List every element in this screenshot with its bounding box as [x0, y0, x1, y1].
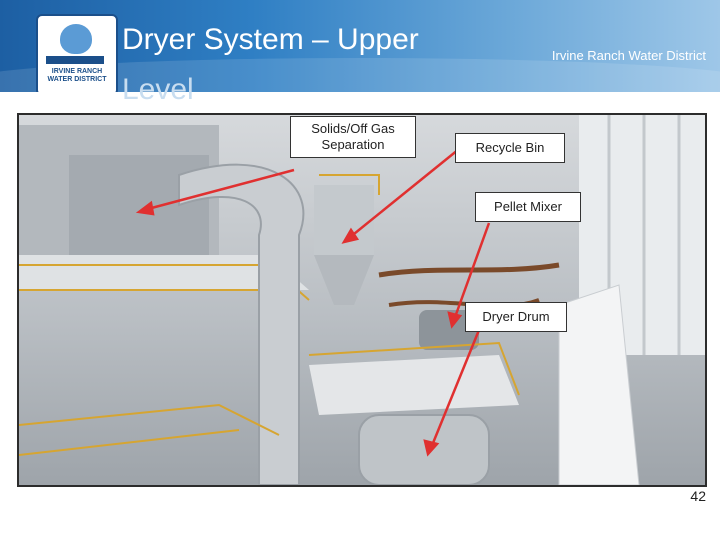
cyclone-body — [314, 185, 374, 255]
conveyor-pipe — [378, 262, 560, 278]
logo-text: IRVINE RANCH WATER DISTRICT — [38, 68, 116, 84]
page-number: 42 — [690, 488, 706, 504]
logo-line-1: IRVINE RANCH — [51, 68, 103, 75]
callout-solids-offgas: Solids/Off Gas Separation — [290, 116, 416, 158]
lower-platform — [309, 355, 519, 415]
housing-panel — [69, 155, 209, 255]
district-name: Irvine Ranch Water District — [551, 48, 706, 63]
dryer-drum-shape — [358, 414, 490, 485]
cyclone-cone — [314, 255, 374, 305]
header-banner: IRVINE RANCH WATER DISTRICT Dryer System… — [0, 0, 720, 92]
slide-title: Dryer System – Upper — [122, 23, 419, 56]
callout-dryer-drum: Dryer Drum — [465, 302, 567, 332]
water-drop-icon — [60, 24, 92, 54]
callout-recycle-bin: Recycle Bin — [455, 133, 565, 163]
irwd-logo: IRVINE RANCH WATER DISTRICT — [36, 14, 118, 92]
slide-title-continued: Level — [122, 73, 194, 106]
logo-bar — [46, 56, 104, 64]
handrail — [19, 429, 240, 456]
handrail — [19, 403, 280, 436]
dryer-system-illustration — [17, 113, 707, 487]
plant-render — [19, 115, 705, 485]
logo-line-2: WATER DISTRICT — [47, 76, 107, 83]
callout-pellet-mixer: Pellet Mixer — [475, 192, 581, 222]
